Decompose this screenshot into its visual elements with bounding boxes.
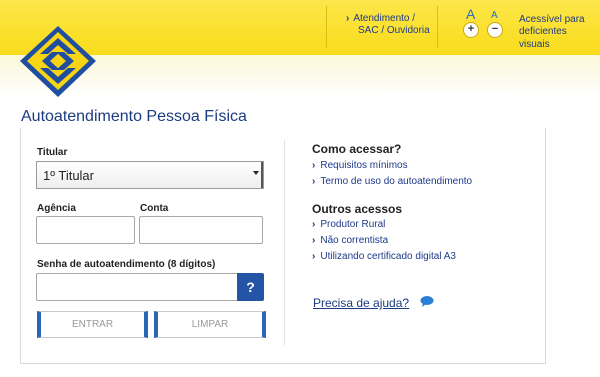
senha-label: Senha de autoatendimento (8 dígitos) — [37, 259, 216, 270]
requisitos-link[interactable]: › Requisitos mínimos — [312, 160, 408, 171]
select-edge — [261, 162, 263, 188]
other-access-heading: Outros acessos — [312, 202, 403, 216]
chevron-right-icon: › — [312, 251, 316, 262]
certificado-digital-link[interactable]: › Utilizando certificado digital A3 — [312, 251, 456, 262]
agencia-label: Agência — [37, 203, 76, 214]
header-divider — [437, 6, 438, 48]
produtor-rural-link[interactable]: › Produtor Rural — [312, 219, 385, 230]
nao-correntista-link[interactable]: › Não correntista — [312, 235, 388, 246]
accessibility-link-line2[interactable]: deficientes visuais — [519, 25, 600, 51]
chevron-right-icon: › — [312, 160, 316, 171]
column-divider — [284, 140, 285, 345]
chevron-right-icon: › — [312, 176, 316, 187]
chat-bubble-icon[interactable] — [420, 296, 434, 307]
question-icon: ? — [246, 279, 255, 295]
titular-selected-value: 1º Titular — [43, 168, 94, 183]
need-help-link[interactable]: Precisa de ajuda? — [313, 296, 409, 310]
conta-label: Conta — [140, 203, 169, 214]
titular-select[interactable]: 1º Titular — [36, 161, 264, 189]
chevron-right-icon: › — [312, 235, 316, 246]
bb-logo[interactable] — [18, 24, 98, 99]
font-decrease-button[interactable]: − — [487, 22, 503, 38]
chevron-right-icon: › — [312, 219, 316, 230]
agencia-input[interactable] — [36, 216, 135, 244]
clear-button[interactable]: LIMPAR — [154, 311, 266, 338]
sac-ouvidoria-link[interactable]: SAC / Ouvidoria — [358, 24, 430, 37]
password-help-button[interactable]: ? — [237, 273, 264, 301]
chevron-down-icon — [253, 171, 259, 175]
termo-de-uso-link[interactable]: › Termo de uso do autoatendimento — [312, 176, 472, 187]
header-divider — [326, 6, 327, 48]
how-to-access-heading: Como acessar? — [312, 142, 402, 156]
titular-label: Titular — [37, 147, 68, 158]
font-large-icon: A — [466, 6, 476, 22]
font-small-icon: A — [491, 10, 498, 21]
senha-input[interactable] — [36, 273, 238, 301]
chevron-right-icon: › — [346, 13, 350, 24]
font-increase-button[interactable]: + — [463, 22, 479, 38]
conta-input[interactable] — [139, 216, 263, 244]
page-title: Autoatendimento Pessoa Física — [21, 108, 247, 125]
enter-button[interactable]: ENTRAR — [37, 311, 148, 338]
